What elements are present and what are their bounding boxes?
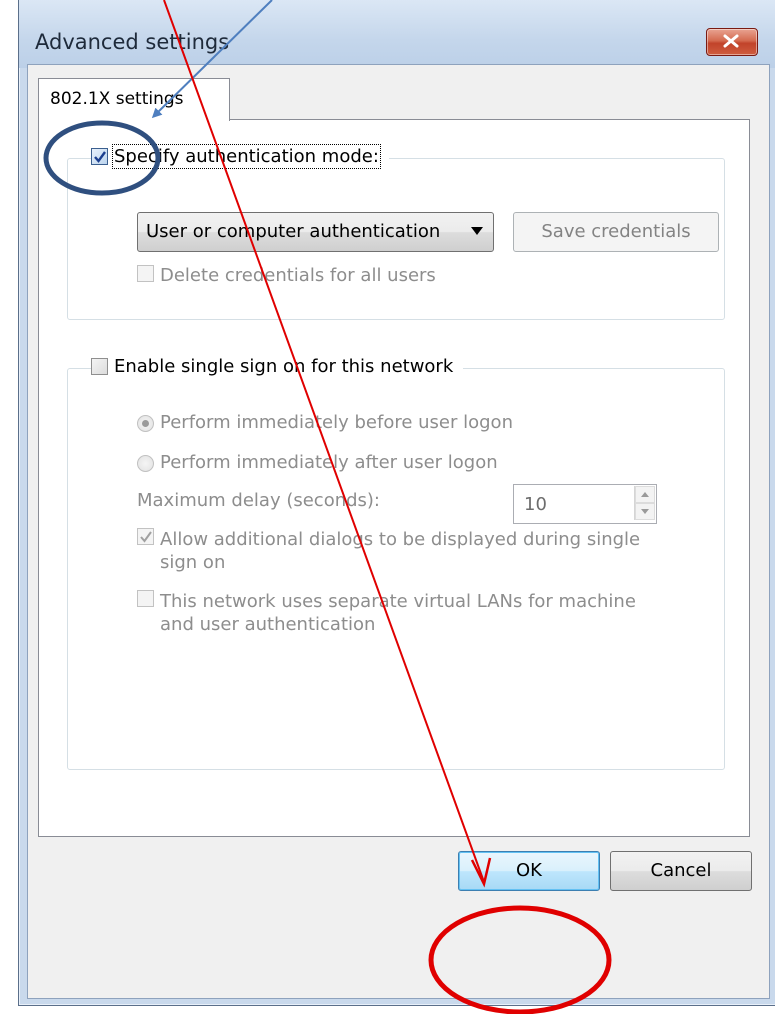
ok-button[interactable]: OK (458, 851, 600, 891)
cancel-label: Cancel (650, 860, 712, 881)
ok-label: OK (516, 860, 542, 881)
separate-vlans-row: This network uses separate virtual LANs … (137, 590, 636, 636)
max-delay-value: 10 (524, 494, 547, 515)
delete-credentials-checkbox[interactable] (137, 265, 154, 282)
spin-down-button[interactable] (635, 503, 655, 520)
close-button[interactable] (706, 28, 758, 56)
allow-dialogs-label-line-2: sign on (160, 552, 226, 573)
auth-mode-legend: Specify authentication mode: (91, 144, 389, 169)
auth-mode-dropdown[interactable]: User or computer authentication (137, 212, 494, 252)
separate-vlans-label: This network uses separate virtual LANs … (160, 590, 636, 636)
cancel-button[interactable]: Cancel (610, 851, 752, 891)
checkmark-icon (94, 151, 106, 163)
close-icon (723, 34, 739, 48)
separate-vlans-label-line-1: This network uses separate virtual LANs … (160, 591, 636, 612)
perform-after-radio[interactable] (137, 455, 154, 472)
spin-up-button[interactable] (635, 486, 655, 503)
separate-vlans-checkbox[interactable] (137, 590, 154, 607)
spinner-buttons (634, 486, 655, 520)
window-title: Advanced settings (35, 30, 230, 54)
delete-credentials-label: Delete credentials for all users (160, 265, 436, 286)
max-delay-spinner[interactable]: 10 (513, 484, 657, 524)
delete-credentials-row: Delete credentials for all users (137, 265, 436, 286)
save-credentials-button[interactable]: Save credentials (513, 212, 719, 252)
chevron-down-icon (641, 509, 649, 514)
dialog-client-area: 802.1X settings Specify authentication m… (27, 64, 770, 999)
specify-auth-mode-checkbox[interactable] (91, 148, 108, 165)
allow-dialogs-checkbox[interactable] (137, 528, 154, 545)
perform-after-label: Perform immediately after user logon (160, 452, 498, 473)
chevron-down-icon (471, 227, 483, 235)
tab-8021x-settings[interactable]: 802.1X settings (38, 78, 230, 121)
auth-mode-value: User or computer authentication (146, 221, 441, 242)
separate-vlans-label-line-2: and user authentication (160, 614, 376, 635)
advanced-settings-window: Advanced settings 802.1X settings Specif… (18, 0, 775, 1006)
allow-dialogs-row: Allow additional dialogs to be displayed… (137, 528, 640, 574)
enable-sso-checkbox[interactable] (91, 358, 108, 375)
title-bar[interactable]: Advanced settings (19, 0, 775, 68)
perform-before-label: Perform immediately before user logon (160, 412, 513, 433)
tab-panel: Specify authentication mode: User or com… (38, 119, 750, 837)
allow-dialogs-label: Allow additional dialogs to be displayed… (160, 528, 640, 574)
perform-after-row: Perform immediately after user logon (137, 452, 498, 473)
checkmark-icon (140, 531, 152, 543)
save-credentials-label: Save credentials (541, 221, 691, 242)
tab-label: 802.1X settings (50, 89, 184, 109)
allow-dialogs-label-line-1: Allow additional dialogs to be displayed… (160, 529, 641, 550)
max-delay-row: Maximum delay (seconds): (137, 490, 380, 511)
sso-legend: Enable single sign on for this network (91, 356, 464, 377)
max-delay-label: Maximum delay (seconds): (137, 490, 380, 511)
enable-sso-label[interactable]: Enable single sign on for this network (114, 356, 453, 377)
chevron-up-icon (641, 492, 649, 497)
specify-auth-mode-label[interactable]: Specify authentication mode: (112, 144, 381, 169)
perform-before-radio[interactable] (137, 415, 154, 432)
perform-before-row: Perform immediately before user logon (137, 412, 513, 433)
